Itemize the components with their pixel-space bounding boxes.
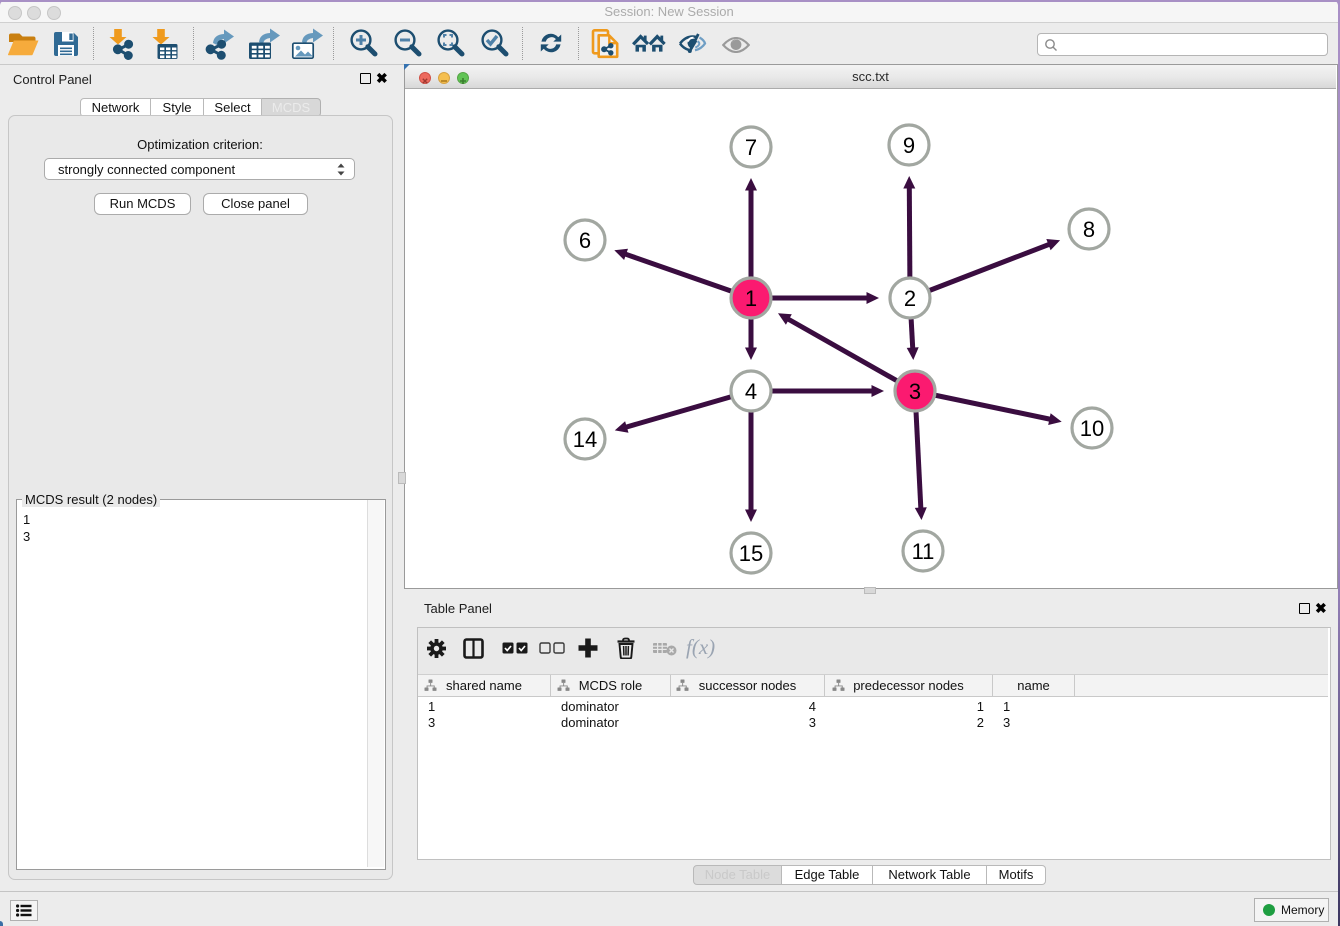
- svg-text:4: 4: [745, 379, 757, 404]
- svg-text:7: 7: [745, 135, 757, 160]
- svg-text:14: 14: [573, 427, 597, 452]
- svg-text:2: 2: [904, 286, 916, 311]
- svg-text:8: 8: [1083, 217, 1095, 242]
- svg-text:10: 10: [1080, 416, 1104, 441]
- svg-text:15: 15: [739, 541, 763, 566]
- svg-text:11: 11: [912, 539, 935, 564]
- svg-text:1: 1: [745, 286, 757, 311]
- svg-text:3: 3: [909, 379, 921, 404]
- svg-text:9: 9: [903, 133, 915, 158]
- svg-text:6: 6: [579, 228, 591, 253]
